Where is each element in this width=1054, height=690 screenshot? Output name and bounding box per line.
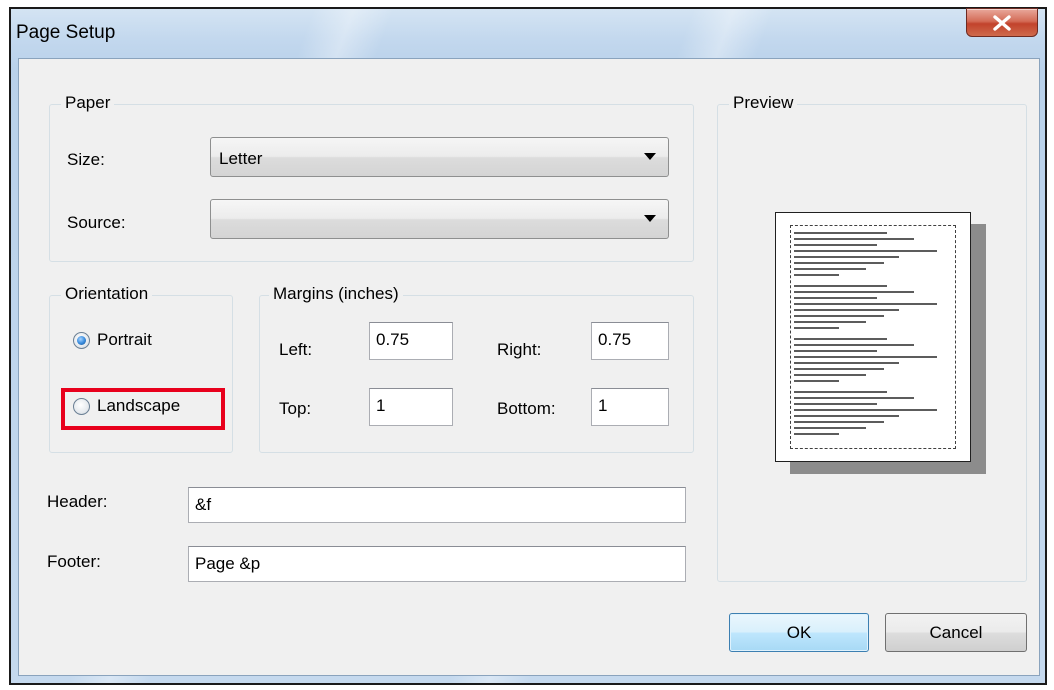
preview-text-line — [794, 268, 866, 270]
preview-text-line — [794, 380, 839, 382]
size-label: Size: — [67, 150, 105, 169]
dialog-client-area: Paper Size: Letter Source: Orientation P… — [18, 58, 1040, 676]
size-select[interactable]: Letter — [210, 137, 669, 177]
preview-text-line — [794, 397, 914, 399]
preview-text-line — [794, 421, 884, 423]
preview-text-line — [794, 244, 877, 246]
bottom-margin-input[interactable]: 1 — [591, 388, 669, 426]
preview-text-lines — [794, 230, 952, 442]
preview-text-line — [794, 256, 899, 258]
preview-text-line — [794, 321, 866, 323]
left-margin-label: Left: — [279, 340, 313, 359]
preview-text-line — [794, 350, 877, 352]
close-icon — [993, 14, 1011, 31]
preview-text-line — [794, 238, 914, 240]
portrait-radio[interactable] — [73, 332, 90, 349]
header-label: Header: — [47, 492, 108, 511]
preview-text-line — [794, 362, 899, 364]
cancel-button[interactable]: Cancel — [885, 613, 1027, 652]
footer-label: Footer: — [47, 552, 101, 571]
orientation-group-label: Orientation — [61, 284, 153, 304]
right-margin-label: Right: — [497, 340, 542, 359]
margins-group — [259, 295, 694, 453]
preview-text-line — [794, 409, 937, 411]
chevron-down-icon — [644, 153, 656, 160]
preview-text-line — [794, 250, 937, 252]
close-button[interactable] — [966, 8, 1038, 37]
ok-button[interactable]: OK — [729, 613, 869, 652]
preview-text-line — [794, 338, 887, 340]
preview-text-line — [794, 291, 914, 293]
preview-text-line — [794, 262, 884, 264]
preview-text-line — [794, 403, 877, 405]
preview-page — [775, 212, 971, 462]
preview-text-line — [794, 433, 839, 435]
right-margin-input[interactable]: 0.75 — [591, 322, 669, 360]
size-select-value: Letter — [219, 149, 263, 168]
preview-text-line — [794, 315, 884, 317]
preview-text-line — [794, 374, 866, 376]
preview-text-line — [794, 427, 866, 429]
preview-printable-area — [790, 225, 956, 449]
header-input[interactable]: &f — [188, 487, 686, 523]
preview-text-line — [794, 356, 937, 358]
top-margin-input[interactable]: 1 — [369, 388, 453, 426]
paper-group-label: Paper — [61, 93, 115, 113]
preview-text-line — [794, 309, 899, 311]
margins-group-label: Margins (inches) — [269, 284, 403, 304]
preview-text-line — [794, 303, 937, 305]
landscape-highlight-box — [61, 388, 225, 430]
source-label: Source: — [67, 213, 126, 232]
top-margin-label: Top: — [279, 399, 312, 418]
preview-text-line — [794, 327, 839, 329]
preview-text-line — [794, 344, 914, 346]
left-margin-input[interactable]: 0.75 — [369, 322, 453, 360]
preview-group-label: Preview — [729, 93, 798, 113]
preview-text-line — [794, 274, 839, 276]
preview-text-line — [794, 285, 887, 287]
bottom-margin-label: Bottom: — [497, 399, 556, 418]
window-title: Page Setup — [16, 22, 116, 43]
preview-text-line — [794, 368, 884, 370]
preview-text-line — [794, 232, 887, 234]
preview-text-line — [794, 391, 887, 393]
portrait-label[interactable]: Portrait — [97, 330, 152, 350]
source-select[interactable] — [210, 199, 669, 239]
chevron-down-icon — [644, 215, 656, 222]
preview-text-line — [794, 297, 877, 299]
preview-text-line — [794, 415, 899, 417]
footer-input[interactable]: Page &p — [188, 546, 686, 582]
